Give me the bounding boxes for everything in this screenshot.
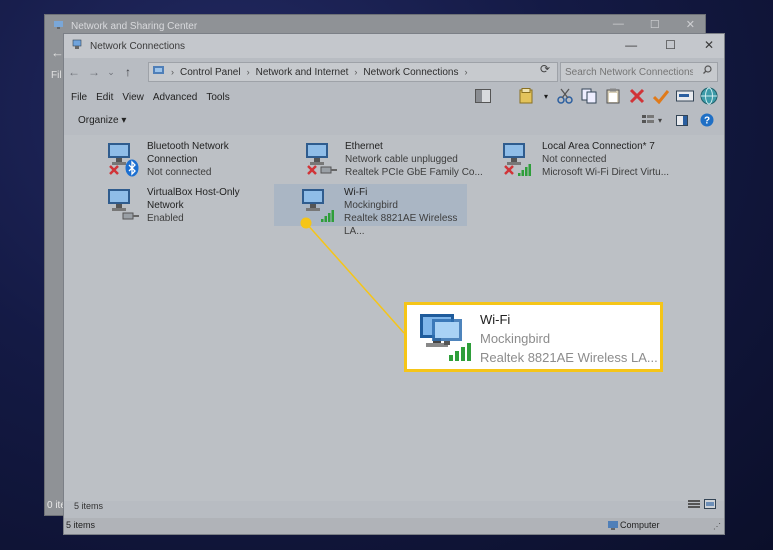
address-bar-row: ← → ⌄ ↑ › Control Panel › Network and In…: [64, 61, 724, 83]
forward-arrow-icon[interactable]: →: [84, 65, 104, 79]
details-view-icon[interactable]: [688, 499, 700, 512]
wifi-callout: Wi-Fi Mockingbird Realtek 8821AE Wireles…: [404, 302, 663, 372]
callout-name: Wi-Fi: [480, 312, 511, 327]
connection-item-local-area-7[interactable]: Local Area Connection* 7 Not connected M…: [497, 138, 707, 180]
window-title: Network Connections: [90, 40, 186, 52]
breadcrumb-separator[interactable]: ›: [354, 67, 357, 77]
preview-pane-icon[interactable]: [474, 87, 492, 105]
connection-status: Not connected: [147, 167, 212, 178]
search-icon[interactable]: [703, 65, 712, 77]
svg-text:▾: ▾: [658, 116, 662, 125]
status-bar: 5 items Computer ⋰: [64, 518, 724, 534]
up-arrow-icon[interactable]: ↑: [118, 65, 138, 79]
connection-name: Wi-Fi: [344, 187, 368, 198]
recent-locations-chevron-icon[interactable]: ⌄: [104, 67, 118, 78]
toolbar-icons: ▾: [474, 87, 718, 105]
status-computer: Computer: [620, 520, 660, 530]
connection-name-line1: VirtualBox Host-Only: [147, 187, 240, 198]
cut-icon[interactable]: [556, 87, 574, 105]
connection-adapter: Microsoft Wi-Fi Direct Virtu...: [542, 167, 670, 178]
connection-item-ethernet[interactable]: Ethernet Network cable unplugged Realtek…: [300, 138, 490, 180]
preview-pane-toggle-icon[interactable]: [676, 114, 688, 129]
error-x-icon: [504, 165, 514, 175]
control-panel-icon: [153, 65, 165, 79]
search-box[interactable]: [560, 62, 718, 82]
help-icon[interactable]: ?: [700, 113, 714, 130]
back-arrow-icon[interactable]: ←: [64, 65, 84, 79]
connection-status: Network cable unplugged: [345, 154, 458, 165]
delete-icon[interactable]: [628, 87, 646, 105]
bg-minimize-button[interactable]: —: [613, 18, 624, 31]
bg-close-button[interactable]: ✕: [686, 18, 695, 31]
connection-name-line2: Connection: [147, 154, 198, 165]
connection-item-virtualbox[interactable]: VirtualBox Host-Only Network Enabled: [102, 184, 292, 226]
computer-icon: [608, 521, 618, 533]
ethernet-cable-icon: [320, 166, 337, 174]
connection-status: Enabled: [147, 213, 184, 224]
connection-name-line2: Network: [147, 200, 184, 211]
breadcrumb-separator[interactable]: ›: [247, 67, 250, 77]
copy-icon[interactable]: [580, 87, 598, 105]
status-items: 5 items: [66, 520, 96, 530]
connection-name-line1: Bluetooth Network: [147, 141, 229, 152]
connection-item-bluetooth[interactable]: Bluetooth Network Connection Not connect…: [102, 138, 292, 180]
signal-bars-icon: [518, 164, 531, 176]
connection-adapter: Realtek 8821AE Wireless LA...: [344, 213, 458, 237]
folder-properties-icon[interactable]: [518, 87, 536, 105]
tiles-view-icon[interactable]: [704, 499, 716, 512]
connection-adapter: Realtek PCIe GbE Family Co...: [345, 167, 483, 178]
menu-view[interactable]: View: [122, 92, 144, 103]
connection-name: Local Area Connection* 7: [542, 141, 655, 152]
background-window-title: Network and Sharing Center: [71, 20, 198, 32]
network-connections-icon: [72, 39, 84, 54]
change-view-icon[interactable]: ▾: [642, 114, 664, 129]
callout-network: Mockingbird: [480, 331, 551, 346]
connection-item-wifi[interactable]: Wi-Fi Mockingbird Realtek 8821AE Wireles…: [274, 184, 467, 237]
breadcrumb-control-panel[interactable]: Control Panel: [180, 67, 241, 78]
check-icon[interactable]: [652, 87, 670, 105]
wifi-adapter-icon: [420, 314, 471, 361]
signal-bars-icon: [321, 210, 334, 222]
breadcrumb-separator[interactable]: ›: [464, 67, 467, 77]
items-count: 5 items: [74, 501, 104, 511]
maximize-button[interactable]: ☐: [665, 38, 676, 52]
menu-advanced[interactable]: Advanced: [153, 92, 197, 103]
breadcrumb-network-and-internet[interactable]: Network and Internet: [256, 67, 349, 78]
rename-icon[interactable]: [676, 87, 694, 105]
breadcrumb-network-connections[interactable]: Network Connections: [363, 67, 458, 78]
command-bar: Organize ▾ ▾ ?: [64, 112, 724, 132]
callout-adapter: Realtek 8821AE Wireless LA...: [480, 350, 658, 365]
menu-tools[interactable]: Tools: [206, 92, 229, 103]
error-x-icon: [307, 165, 317, 175]
bg-maximize-button[interactable]: ☐: [650, 18, 660, 31]
bg-file-menu[interactable]: Fil: [51, 70, 62, 81]
ethernet-cable-icon: [122, 212, 139, 220]
breadcrumb-separator: ›: [171, 67, 174, 77]
network-sharing-icon: [53, 19, 65, 34]
connection-name: Ethernet: [345, 141, 383, 152]
paste-icon[interactable]: [604, 87, 622, 105]
organize-button[interactable]: Organize ▾: [78, 115, 126, 126]
network-globe-icon[interactable]: [700, 87, 718, 105]
connection-status: Not connected: [542, 154, 607, 165]
network-connections-window: Network Connections — ☐ ✕ ← → ⌄ ↑ › Cont…: [63, 33, 725, 535]
refresh-icon[interactable]: ⟳: [536, 62, 554, 80]
menu-edit[interactable]: Edit: [96, 92, 113, 103]
search-input[interactable]: [561, 65, 695, 79]
connection-network: Mockingbird: [344, 200, 398, 211]
minimize-button[interactable]: —: [625, 38, 637, 52]
bluetooth-icon: [125, 159, 139, 177]
svg-text:?: ?: [704, 116, 710, 127]
error-x-icon: [109, 165, 119, 175]
close-button[interactable]: ✕: [704, 38, 714, 52]
resize-grip-icon[interactable]: ⋰: [713, 522, 721, 531]
address-box[interactable]: › Control Panel › Network and Internet ›…: [148, 62, 558, 82]
folder-dropdown-icon[interactable]: ▾: [542, 87, 550, 105]
menu-file[interactable]: File: [71, 92, 87, 103]
